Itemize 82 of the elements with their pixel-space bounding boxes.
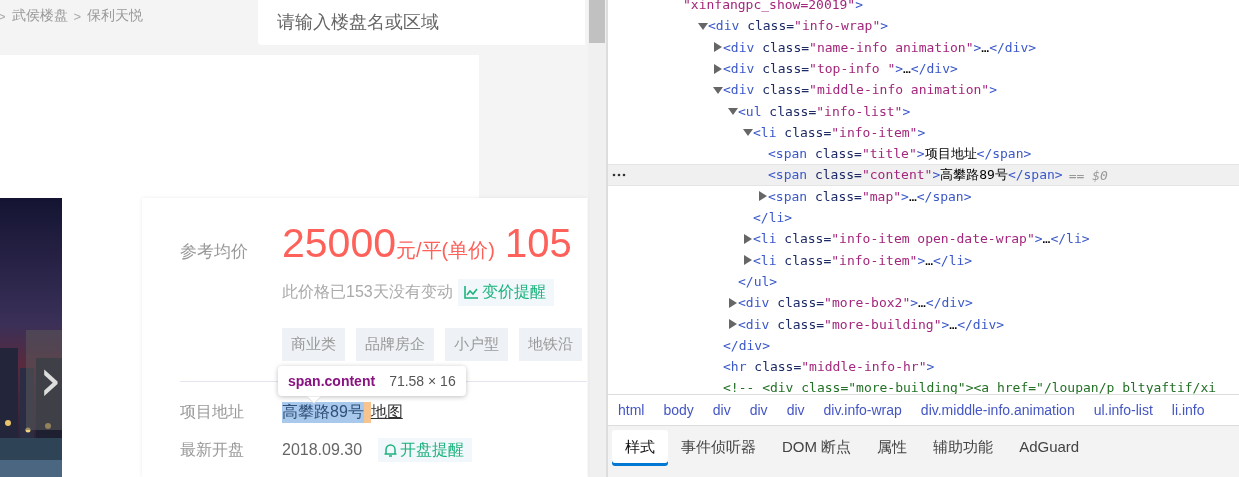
dom-node-markup: <li class="info-item">…</li> — [753, 252, 973, 268]
expand-arrow-icon[interactable] — [728, 297, 738, 308]
expand-arrow-icon[interactable] — [713, 63, 723, 74]
dom-breadcrumb[interactable]: li.info — [1171, 402, 1205, 418]
dom-tree-row[interactable]: <span class="content">高攀路89号</span> == $0 — [608, 164, 1239, 186]
dom-breadcrumb[interactable]: div — [712, 402, 731, 418]
dom-tree-row[interactable]: <li class="info-item">…</li> — [608, 249, 1239, 271]
scrollbar-thumb[interactable] — [589, 0, 605, 43]
expand-arrow-icon[interactable] — [743, 255, 753, 266]
dom-tree-row[interactable]: <div class="middle-info animation"> — [608, 79, 1239, 101]
dom-tree-row[interactable]: <hr class="middle-info-hr"> — [608, 356, 1239, 378]
feature-tag: 商业类 — [282, 328, 345, 361]
feature-tag: 品牌房企 — [356, 328, 434, 361]
panel-tab[interactable]: 样式 — [612, 430, 668, 466]
dom-breadcrumb[interactable]: div — [749, 402, 768, 418]
map-link[interactable]: 地图 — [370, 401, 403, 423]
dom-node-markup: <ul class="info-list"> — [738, 103, 911, 119]
dom-node-markup: </ul> — [738, 274, 778, 289]
panel-tab[interactable]: 辅助功能 — [920, 430, 1007, 466]
price-value: 25000 — [282, 220, 396, 267]
dom-tree-row[interactable]: <div class="top-info ">…</div> — [608, 57, 1239, 80]
expand-arrow-icon[interactable] — [758, 191, 768, 202]
dom-breadcrumb[interactable]: div — [786, 402, 805, 418]
dom-tree-row[interactable]: <ul class="info-list"> — [608, 100, 1239, 122]
price-label: 参考均价 — [180, 241, 249, 263]
dom-node-markup: <div class="name-info animation">…</div> — [723, 39, 1037, 55]
feature-tag: 小户型 — [445, 328, 508, 361]
element-selector: span.content — [288, 373, 376, 389]
panel-tab[interactable]: AdGuard — [1006, 430, 1093, 464]
dom-tree-row[interactable]: <li class="info-item"> — [608, 121, 1239, 144]
more-options-icon[interactable] — [612, 173, 626, 178]
dom-node-markup: <div class="info-wrap"> — [708, 18, 889, 34]
info-value: 高攀路89号 — [282, 401, 371, 423]
dom-tree-row[interactable]: <div class="more-building">…</div> — [608, 313, 1239, 335]
dom-node-markup: <span class="map">…</span> — [768, 188, 972, 204]
dom-tree-row[interactable]: <div class="name-info animation">…</div> — [608, 36, 1239, 58]
dom-node-markup: <div class="middle-info animation"> — [723, 82, 997, 98]
dom-node-markup: <span class="title">项目地址</span> — [768, 144, 1032, 163]
feature-tag: 地铁沿 — [519, 328, 582, 361]
panel-tab[interactable]: 事件侦听器 — [668, 430, 769, 466]
dom-node-markup: </div> — [723, 337, 770, 353]
dom-node-markup: <li class="info-item"> — [753, 124, 926, 140]
expand-arrow-icon[interactable] — [728, 319, 738, 330]
panel-tab[interactable]: DOM 断点 — [769, 430, 865, 466]
dom-tree-row[interactable]: <span class="map">…</span> — [608, 185, 1239, 207]
panel-tab[interactable]: 属性 — [864, 430, 921, 466]
total-price: 105 — [504, 221, 572, 266]
dom-breadcrumb[interactable]: body — [663, 402, 694, 418]
dom-tree-row[interactable]: <span class="title">项目地址</span> — [608, 143, 1239, 165]
dom-breadcrumb[interactable]: ul.info-list — [1093, 402, 1153, 418]
info-label: 最新开盘 — [180, 439, 245, 460]
dom-tree-row[interactable]: <div class="more-box2">…</div> — [608, 292, 1239, 314]
next-arrow-button[interactable]: › — [26, 330, 62, 430]
dom-node-markup: "xinfangpc_show=20019"> — [683, 0, 863, 13]
dom-breadcrumb[interactable]: div.middle-info.animation — [920, 402, 1075, 418]
dom-node-markup: <li class="info-item open-date-wrap">…</li> — [753, 231, 1090, 247]
collapse-arrow-icon[interactable] — [728, 106, 738, 117]
dom-breadcrumb[interactable]: html — [618, 402, 645, 418]
collapse-arrow-icon[interactable] — [713, 84, 723, 95]
expand-arrow-icon[interactable] — [743, 233, 753, 244]
price-unit: 元/平(单价) — [396, 238, 495, 263]
price-note: 此价格已153天没有变动 — [282, 281, 453, 302]
breadcrumb-separator: > — [73, 8, 82, 24]
bell-icon — [384, 442, 398, 458]
dom-tree-row[interactable]: <div class="info-wrap"> — [608, 15, 1239, 37]
search-field[interactable]: 请输入楼盘名或区域 — [258, 0, 585, 45]
dom-breadcrumb[interactable]: div.info-wrap — [823, 402, 902, 418]
dom-node-markup: <div class="top-info ">…</div> — [723, 61, 958, 77]
element-size: 71.58 × 16 — [389, 373, 456, 389]
dom-node-markup: <div class="more-building">…</div> — [738, 316, 1005, 332]
info-label: 项目地址 — [180, 401, 245, 422]
dom-node-markup: <span class="content">高攀路89号</span> — [768, 166, 1063, 184]
dom-tree-row[interactable]: <li class="info-item open-date-wrap">…</li> — [608, 228, 1239, 250]
dom-node-markup: <hr class="middle-info-hr"> — [723, 359, 935, 375]
collapse-arrow-icon[interactable] — [743, 127, 753, 138]
dom-node-markup: </li> — [753, 210, 793, 226]
collapse-arrow-icon[interactable] — [698, 20, 708, 31]
dom-node-markup: <div class="more-box2">…</div> — [738, 295, 973, 311]
console-reference: == $0 — [1068, 167, 1108, 183]
info-value: 2018.09.30 — [282, 441, 363, 459]
trend-chart-icon — [463, 285, 479, 299]
expand-arrow-icon[interactable] — [713, 42, 723, 53]
